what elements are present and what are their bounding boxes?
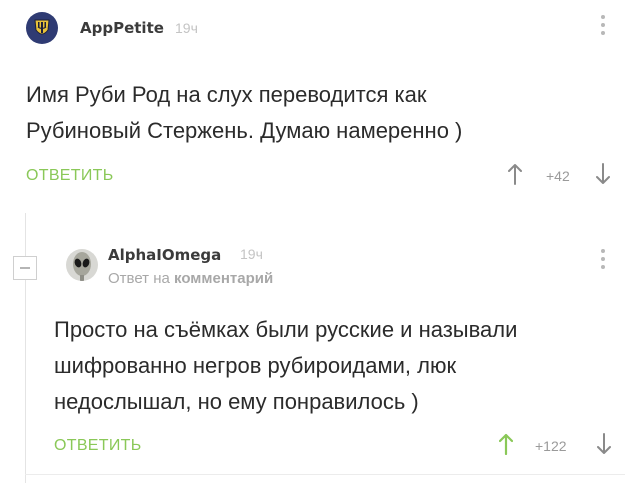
arrow-down-icon[interactable]: [596, 163, 610, 185]
comment-text-line: Имя Руби Род на слух переводится как: [26, 82, 427, 107]
more-options-icon[interactable]: [600, 249, 606, 269]
comment-time: 19ч: [240, 246, 263, 262]
reply-reference-link[interactable]: комментарий: [174, 270, 273, 287]
comment-text-line: шифрованно негров рубироидами, люк: [54, 353, 457, 378]
rating-value: +122: [535, 438, 567, 454]
comment-time: 19ч: [175, 20, 198, 36]
comment-text: Имя Руби Род на слух переводится как Руб…: [26, 77, 462, 149]
comment-text: Просто на съёмках были русские и называл…: [54, 312, 517, 420]
collapse-thread-icon[interactable]: [13, 256, 37, 280]
reply-button[interactable]: ОТВЕТИТЬ: [54, 437, 142, 455]
thread-line: [25, 213, 26, 483]
reply-reference: Ответ на комментарий: [108, 270, 273, 287]
comment-author[interactable]: AppPetite: [80, 19, 164, 37]
reply-reference-prefix: Ответ на: [108, 270, 170, 287]
arrow-up-icon[interactable]: [508, 163, 522, 185]
comment-author[interactable]: AlphaIOmega: [108, 246, 221, 264]
divider: [25, 474, 625, 475]
comment-text-line: Просто на съёмках были русские и называл…: [54, 317, 518, 342]
user-avatar-icon[interactable]: [26, 12, 58, 44]
comment-text-line: Рубиновый Стержень. Думаю намеренно ): [26, 118, 463, 143]
arrow-up-icon[interactable]: [499, 433, 513, 455]
arrow-down-icon[interactable]: [597, 433, 611, 455]
more-options-icon[interactable]: [600, 15, 606, 35]
reply-button[interactable]: ОТВЕТИТЬ: [26, 167, 114, 185]
rating-value: +42: [546, 168, 570, 184]
comment-text-line: недослышал, но ему понравилось ): [54, 389, 419, 414]
user-avatar-icon[interactable]: [66, 249, 98, 281]
